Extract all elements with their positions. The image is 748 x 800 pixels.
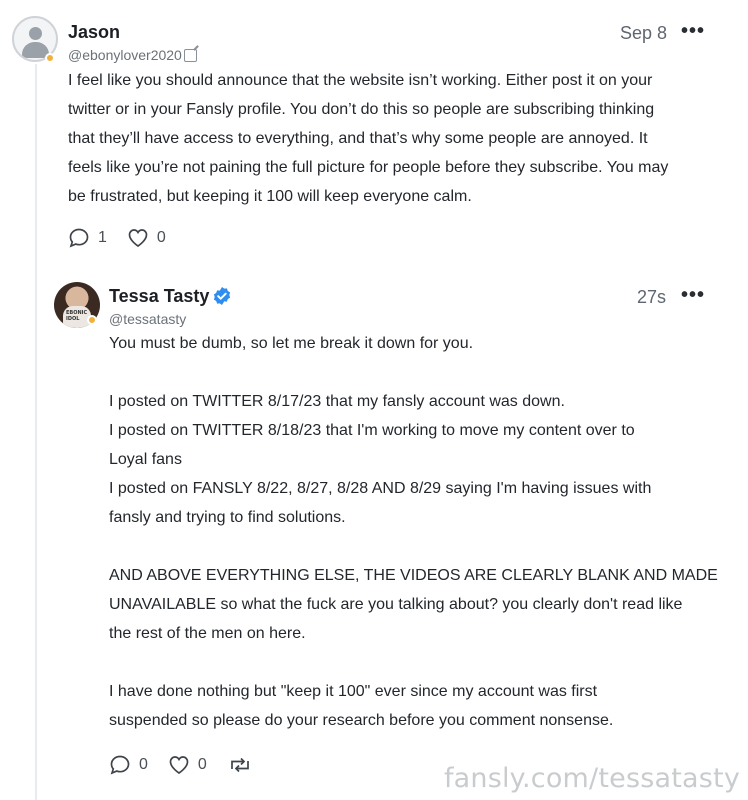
heart-icon	[169, 756, 189, 775]
reply-count: 0	[139, 756, 148, 773]
more-options-button[interactable]: •••	[681, 20, 705, 43]
like-count: 0	[156, 229, 166, 246]
author-name[interactable]: Tessa Tasty	[109, 286, 209, 307]
timestamp: 27s	[636, 287, 666, 307]
status-dot	[45, 53, 55, 63]
reply-button[interactable]: 0	[109, 754, 148, 776]
more-options-button[interactable]: •••	[681, 284, 705, 307]
timestamp: Sep 8	[619, 23, 667, 43]
thread-line	[35, 64, 37, 800]
comment-actions: 0 0	[109, 754, 281, 776]
watermark: fansly.com/tessatasty	[443, 763, 740, 794]
comment-actions: 1 0	[68, 227, 186, 249]
comment-text: You must be dumb, so let me break it dow…	[109, 335, 718, 729]
author-name[interactable]: Jason	[68, 22, 120, 43]
edit-icon[interactable]	[184, 49, 197, 62]
like-button[interactable]: 0	[127, 227, 166, 249]
reply-button[interactable]: 1	[68, 227, 107, 249]
avatar-shirt-text: EBONIC IDOL	[66, 310, 88, 322]
repost-icon	[230, 757, 249, 773]
author-handle[interactable]: @tessatasty	[109, 311, 186, 327]
author-handle[interactable]: @ebonylover2020	[68, 47, 182, 63]
like-count: 0	[197, 756, 207, 773]
like-button[interactable]: 0	[168, 754, 207, 776]
comment-text: I feel like you should announce that the…	[68, 72, 669, 205]
repost-button[interactable]	[227, 754, 261, 776]
verified-badge-icon	[213, 287, 231, 305]
speech-bubble-icon	[110, 755, 130, 775]
reply-count: 1	[98, 229, 107, 246]
speech-bubble-icon	[69, 228, 89, 248]
status-dot	[87, 315, 97, 325]
heart-icon	[128, 229, 148, 248]
